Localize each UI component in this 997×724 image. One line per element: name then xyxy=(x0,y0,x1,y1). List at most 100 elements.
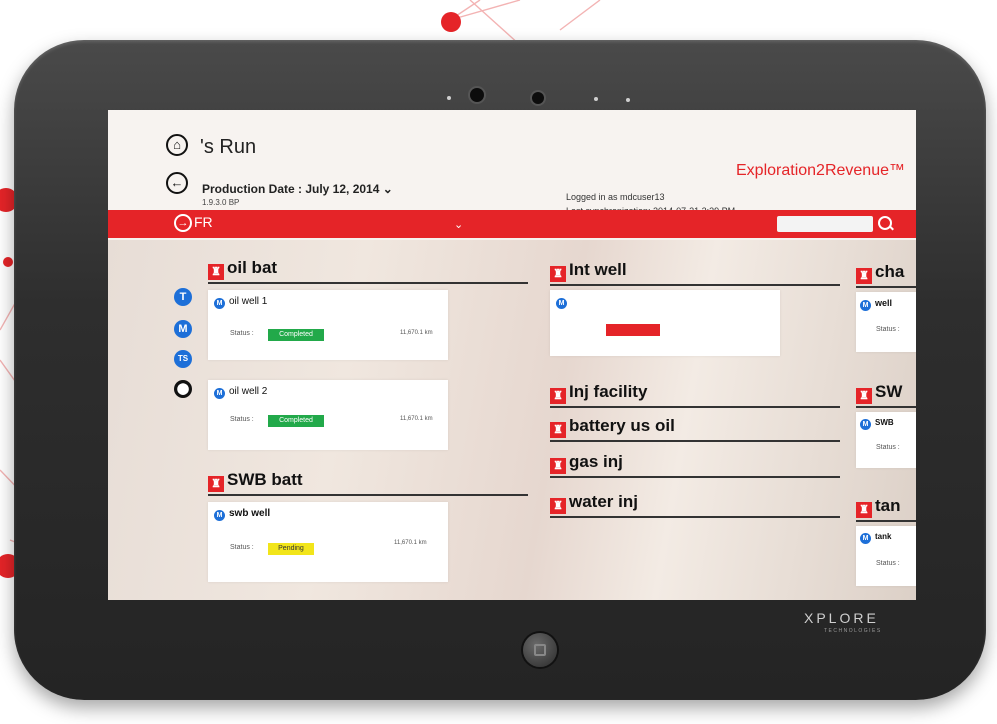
status-label: Status : xyxy=(876,444,900,451)
app-version: 1.9.3.0 BP xyxy=(202,198,240,207)
status-label: Status : xyxy=(230,544,254,551)
group-title-text: SWB batt xyxy=(227,470,303,489)
group-divider xyxy=(550,516,840,518)
well-name-text: SWB xyxy=(875,418,894,427)
location-pin-icon[interactable]: ⬤ xyxy=(174,380,192,398)
well-card[interactable]: Mtank Status : xyxy=(856,526,916,586)
forward-arrow-icon[interactable]: → xyxy=(174,214,192,232)
logged-in-user: Logged in as mdcuser13 xyxy=(566,192,665,202)
side-nav-m[interactable]: M xyxy=(174,320,192,338)
oil-tower-icon: ♜ xyxy=(208,264,224,280)
group-divider xyxy=(856,406,916,408)
well-icon: M xyxy=(860,419,871,430)
well-name: Mswb well xyxy=(214,508,270,521)
group-title[interactable]: ♜ Int well xyxy=(550,260,627,282)
oil-tower-icon: ♜ xyxy=(208,476,224,492)
well-card[interactable]: M SWB Status : xyxy=(856,412,916,468)
group-divider xyxy=(550,406,840,408)
group-divider xyxy=(550,476,840,478)
group-title[interactable]: ♜ cha xyxy=(856,262,904,284)
search-icon[interactable] xyxy=(878,216,892,230)
oil-tower-icon: ♜ xyxy=(856,388,872,404)
status-label: Status : xyxy=(230,330,254,337)
well-name: Moil well 1 xyxy=(214,296,267,309)
status-badge xyxy=(606,324,660,336)
page-title: 's Run xyxy=(200,136,257,158)
filter-chevron-down-icon[interactable]: ⌄ xyxy=(454,218,463,231)
well-name-text: tank xyxy=(875,532,892,541)
app-screen: ⌂ 's Run ← Production Date : July 12, 20… xyxy=(108,110,916,600)
well-distance: 11,670.1 km xyxy=(400,416,433,422)
group-title[interactable]: ♜ battery us oil xyxy=(550,416,675,438)
well-name: M SWB xyxy=(860,418,894,430)
group-title-text: water inj xyxy=(569,492,638,511)
well-icon: M xyxy=(860,533,871,544)
well-card[interactable]: M xyxy=(550,290,780,356)
home-icon[interactable]: ⌂ xyxy=(166,134,188,156)
oil-tower-icon: ♜ xyxy=(550,422,566,438)
front-camera-icon xyxy=(470,88,484,102)
group-title[interactable]: ♜ water inj xyxy=(550,492,638,514)
well-name: M xyxy=(556,296,571,309)
status-badge: Pending xyxy=(268,543,314,555)
group-divider xyxy=(550,284,840,286)
well-card[interactable]: Moil well 2 Status : Completed 11,670.1 … xyxy=(208,380,448,450)
well-distance: 11,670.1 km xyxy=(394,540,427,546)
group-title[interactable]: ♜ tan xyxy=(856,496,901,518)
group-divider xyxy=(208,282,528,284)
well-icon: M xyxy=(860,300,871,311)
group-title-text: Inj facility xyxy=(569,382,648,401)
group-divider xyxy=(856,286,916,288)
camera-sensor-icon xyxy=(532,92,544,104)
oil-tower-icon: ♜ xyxy=(550,388,566,404)
production-date-text: Production Date : July 12, 2014 xyxy=(202,182,380,196)
well-name-text: swb well xyxy=(229,508,271,519)
oil-tower-icon: ♜ xyxy=(856,268,872,284)
well-name: Moil well 2 xyxy=(214,386,267,399)
sensor-dot-icon xyxy=(447,96,451,100)
well-name-text: well xyxy=(875,298,893,308)
oil-tower-icon: ♜ xyxy=(550,458,566,474)
group-title[interactable]: ♜ SW xyxy=(856,382,902,404)
brand-logo: Exploration2Revenue™ xyxy=(736,162,905,179)
group-title-text: tan xyxy=(875,496,901,515)
group-divider xyxy=(550,440,840,442)
group-title[interactable]: ♜ Inj facility xyxy=(550,382,647,404)
well-name: Mtank xyxy=(860,532,891,544)
group-title-text: SW xyxy=(875,382,903,401)
group-divider xyxy=(208,494,528,496)
well-name: Mwell xyxy=(860,298,892,311)
well-card[interactable]: Mwell Status : xyxy=(856,292,916,352)
group-divider xyxy=(856,520,916,522)
device-brand-sub: TECHNOLOGIES xyxy=(824,628,882,634)
windows-logo-icon xyxy=(534,644,546,656)
oil-tower-icon: ♜ xyxy=(856,502,872,518)
group-title-text: cha xyxy=(875,262,905,281)
group-title-text: battery us oil xyxy=(569,416,675,435)
well-name-text: oil well 1 xyxy=(229,296,268,307)
well-icon: M xyxy=(214,298,225,309)
group-title[interactable]: ♜ oil bat xyxy=(208,258,277,280)
well-card[interactable]: Moil well 1 Status : Completed 11,670.1 … xyxy=(208,290,448,360)
well-name-text: oil well 2 xyxy=(229,386,268,397)
well-distance: 11,670.1 km xyxy=(400,330,433,336)
well-card[interactable]: Mswb well Status : Pending 11,670.1 km xyxy=(208,502,448,582)
well-icon: M xyxy=(214,510,225,521)
search-input[interactable] xyxy=(777,216,873,232)
group-title[interactable]: ♜ gas inj xyxy=(550,452,623,474)
production-date-selector[interactable]: Production Date : July 12, 2014 ⌄ xyxy=(202,182,393,196)
status-label: Status : xyxy=(230,416,254,423)
back-arrow-icon[interactable]: ← xyxy=(166,172,188,194)
status-badge: Completed xyxy=(268,415,324,427)
chevron-down-icon: ⌄ xyxy=(382,182,393,196)
well-icon: M xyxy=(214,388,225,399)
side-nav-ts[interactable]: TS xyxy=(174,350,192,368)
oil-tower-icon: ♜ xyxy=(550,498,566,514)
side-nav-t[interactable]: T xyxy=(174,288,192,306)
sensor-dot-icon xyxy=(626,98,630,102)
oil-tower-icon: ♜ xyxy=(550,266,566,282)
group-title[interactable]: ♜ SWB batt xyxy=(208,470,303,492)
windows-home-button[interactable] xyxy=(523,633,557,667)
sensor-dot-icon xyxy=(594,97,598,101)
filter-label: FR xyxy=(194,214,213,230)
